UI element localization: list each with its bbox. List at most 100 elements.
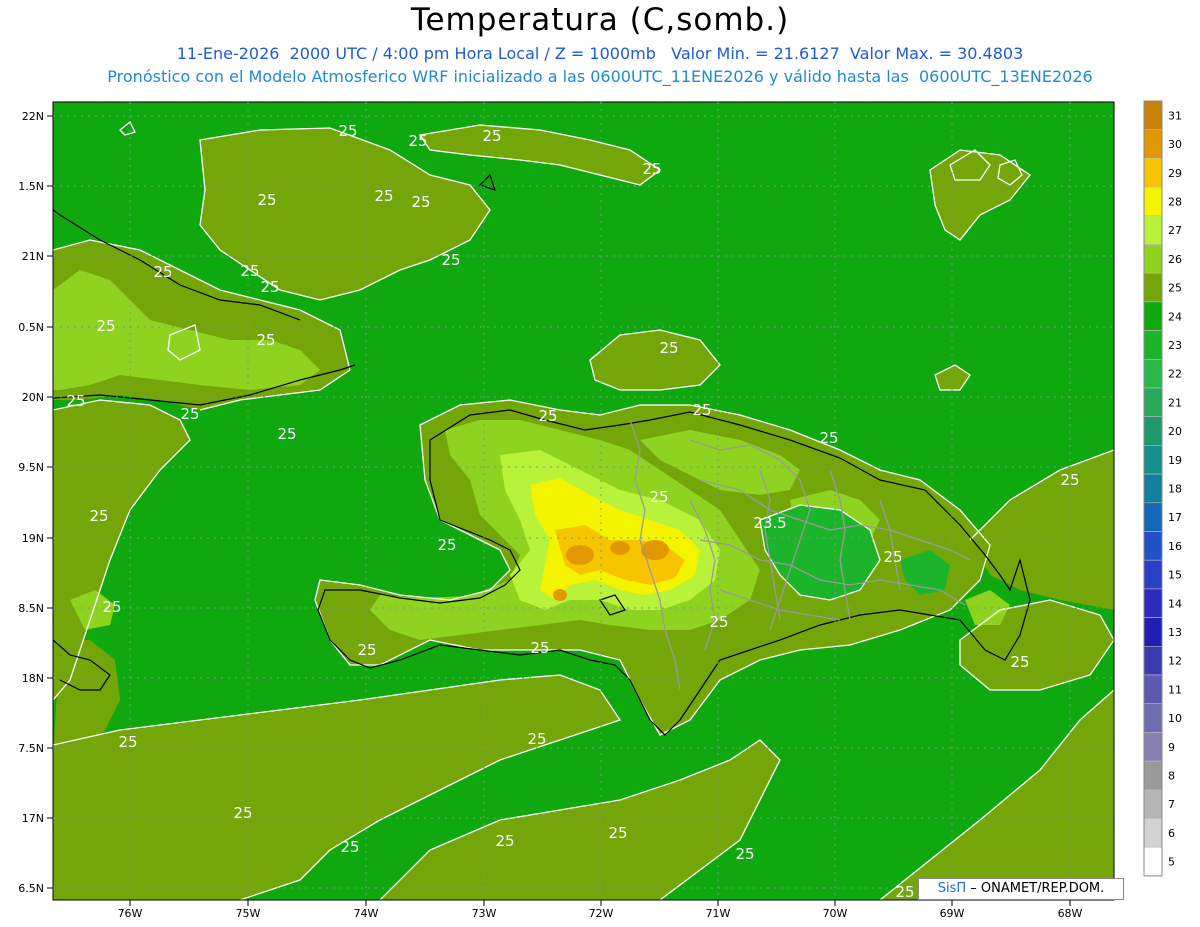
- contour-label: 25: [338, 122, 357, 140]
- legend-swatch-27: [1143, 215, 1163, 245]
- contour-label: 25: [642, 160, 661, 178]
- contour-label: 25: [411, 193, 430, 211]
- color-legend: 31 30 29 28 27 26 25 24 23 22 21 20 19 18 17 16 15 14 13 12…: [1143, 100, 1182, 877]
- contour-label: 23.5: [753, 514, 786, 532]
- contour-label: 25: [240, 262, 259, 280]
- contour-label: 25: [1010, 653, 1029, 671]
- legend-swatch-8: [1143, 760, 1163, 791]
- legend-label-11: 11: [1168, 683, 1182, 696]
- contour-label: 25: [357, 641, 376, 659]
- legend-swatch-24: [1143, 301, 1163, 331]
- lat-label: 17N: [22, 812, 44, 825]
- legend-swatch-17: [1143, 502, 1163, 532]
- contour-label: 25: [257, 191, 276, 209]
- legend-swatch-28: [1143, 186, 1163, 217]
- lat-label: 6.5N: [18, 882, 44, 895]
- contour-label: 25: [437, 536, 456, 554]
- lon-label: 76W: [118, 907, 143, 920]
- lat-label: 22N: [22, 110, 44, 123]
- legend-label-14: 14: [1168, 597, 1182, 610]
- lat-ticks: [47, 115, 53, 889]
- legend-label-15: 15: [1168, 569, 1182, 582]
- lon-label: 71W: [706, 907, 731, 920]
- legend-swatch-18: [1143, 473, 1163, 504]
- legend-swatch-7: [1143, 789, 1163, 819]
- lon-label: 68W: [1058, 907, 1083, 920]
- legend-label-23: 23: [1168, 339, 1182, 352]
- contour-label: 25: [527, 730, 546, 748]
- legend-label-8: 8: [1168, 769, 1175, 782]
- legend-swatch-26: [1143, 244, 1163, 274]
- contour-label: 25: [692, 401, 711, 419]
- contour-label: 25: [89, 507, 108, 525]
- lat-label: 0.5N: [18, 321, 44, 334]
- legend-label-27: 27: [1168, 224, 1182, 237]
- legend-label-24: 24: [1168, 310, 1182, 323]
- longitude-axis: 76W 75W 74W 73W 72W 71W 70W 69W 68W: [118, 907, 1083, 920]
- contour-label: 25: [102, 598, 121, 616]
- legend-swatch-23: [1143, 330, 1163, 360]
- contour-label: 25: [819, 429, 838, 447]
- legend-label-31: 31: [1168, 109, 1182, 122]
- legend-swatch-10: [1143, 703, 1163, 733]
- lat-label: 20N: [22, 391, 44, 404]
- legend-label-12: 12: [1168, 655, 1182, 668]
- legend-swatch-20: [1143, 416, 1163, 446]
- contour-label: 25: [260, 278, 279, 296]
- contour-label: 25: [441, 251, 460, 269]
- lon-ticks: [129, 900, 1071, 906]
- forecast-map: 22N 1.5N 21N 0.5N 20N 9.5N 19N 8.5N 18N …: [18, 100, 1182, 920]
- contour-label: 25: [538, 407, 557, 425]
- contour-label: 25: [277, 425, 296, 443]
- legend-swatch-15: [1143, 559, 1163, 590]
- legend-swatch-5: [1143, 846, 1163, 877]
- legend-swatch-11: [1143, 674, 1163, 705]
- contour-label: 25: [495, 832, 514, 850]
- lat-label: 18N: [22, 672, 44, 685]
- lon-label: 73W: [472, 907, 497, 920]
- legend-label-30: 30: [1168, 138, 1182, 151]
- contour-label: 25: [153, 263, 172, 281]
- lat-label: 1.5N: [18, 180, 44, 193]
- contour-label: 25: [735, 845, 754, 863]
- legend-swatch-14: [1143, 588, 1163, 618]
- lon-label: 69W: [940, 907, 965, 920]
- contour-label: 25: [608, 824, 627, 842]
- contour-label: 25: [374, 187, 393, 205]
- contour-label: 25: [1060, 471, 1079, 489]
- legend-swatch-6: [1143, 818, 1163, 848]
- latitude-axis: 22N 1.5N 21N 0.5N 20N 9.5N 19N 8.5N 18N …: [18, 110, 44, 895]
- lat-label: 9.5N: [18, 461, 44, 474]
- contour-label: 25: [408, 132, 427, 150]
- contour-label: 25: [180, 405, 199, 423]
- legend-label-13: 13: [1168, 626, 1182, 639]
- legend-label-29: 29: [1168, 167, 1182, 180]
- legend-swatch-12: [1143, 645, 1163, 676]
- contour-label: 25: [340, 838, 359, 856]
- lon-label: 72W: [589, 907, 614, 920]
- contour-label: 25: [66, 392, 85, 410]
- legend-swatch-9: [1143, 732, 1163, 762]
- legend-swatch-22: [1143, 358, 1163, 389]
- contour-label: 25: [482, 127, 501, 145]
- legend-label-26: 26: [1168, 253, 1182, 266]
- lat-label: 8.5N: [18, 602, 44, 615]
- contour-label: 25: [118, 733, 137, 751]
- legend-swatch-19: [1143, 445, 1163, 475]
- contour-label: 25: [709, 613, 728, 631]
- contour-label: 25: [530, 639, 549, 657]
- legend-swatch-21: [1143, 387, 1163, 418]
- legend-label-25: 25: [1168, 282, 1182, 295]
- contour-label: 25: [659, 339, 678, 357]
- legend-label-18: 18: [1168, 482, 1182, 495]
- contour-label: 25: [649, 488, 668, 506]
- contour-label: 25: [883, 548, 902, 566]
- lat-label: 19N: [22, 532, 44, 545]
- legend-label-9: 9: [1168, 741, 1175, 754]
- legend-swatch-25: [1143, 272, 1163, 303]
- credit-box: SisΠ – ONAMET/REP.DOM.: [918, 878, 1124, 900]
- legend-label-28: 28: [1168, 195, 1182, 208]
- legend-swatch-30: [1143, 129, 1163, 159]
- legend-swatch-31: [1143, 100, 1163, 131]
- lat-label: 7.5N: [18, 742, 44, 755]
